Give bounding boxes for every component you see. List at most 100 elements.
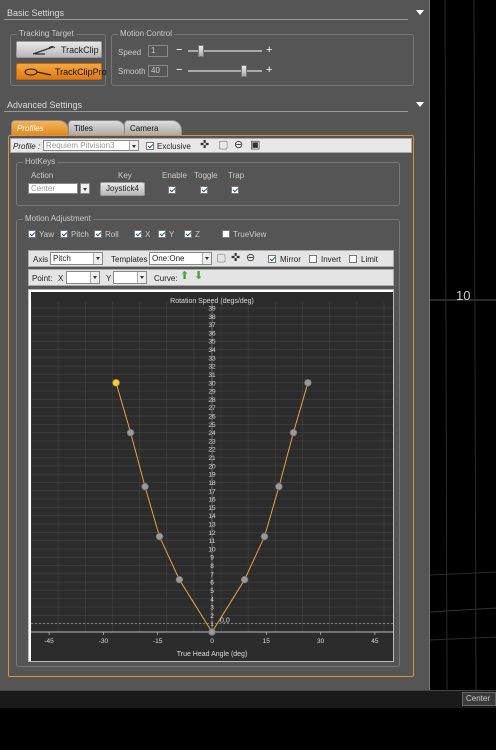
curve-point[interactable] [208,628,216,636]
smooth-plus-button[interactable]: + [266,65,272,76]
curve-point[interactable] [126,428,135,437]
yaw-checkbox[interactable] [28,230,36,238]
trueview-checkbox[interactable] [222,230,230,238]
chevron-down-icon[interactable] [129,141,138,150]
trackclippro-label: TrackClipPro [55,67,107,77]
mirror-checkbox[interactable] [268,255,276,263]
chevron-down-icon[interactable] [93,253,102,264]
y-checkbox[interactable] [158,230,166,238]
smooth-value-field[interactable]: 40 [148,65,168,77]
tab-camera[interactable]: Camera [124,120,182,135]
curve-point[interactable] [289,428,298,437]
smooth-minus-button[interactable]: − [176,65,182,76]
hotkey-toggle-checkbox[interactable] [200,186,208,194]
hotkey-key-button[interactable]: Joystick4 [100,182,145,196]
invert-label: Invert [321,255,342,264]
axis-label: Axis [33,255,49,264]
background-grid [430,0,496,690]
axis-select[interactable]: Pitch [50,252,103,265]
chevron-down-icon[interactable] [81,184,89,193]
roll-checkbox[interactable] [94,230,102,238]
chevron-down-icon[interactable] [202,253,211,264]
curve-point[interactable] [260,532,269,541]
response-curve-chart[interactable]: 1 2 3 4 5 6 7 8 9 10 11 12 13 14 15 16 17 18 19 20 21 22 23 24 2… [28,289,394,662]
y-tick-label: 1 [210,621,214,628]
point-label: Point: [32,274,53,283]
yaw-label: Yaw [39,230,54,239]
point-y-input[interactable] [113,271,147,284]
speed-minus-button[interactable]: − [176,45,182,56]
x-tick-label: 30 [317,638,325,645]
invert-checkbox[interactable] [309,255,317,263]
copy-icon[interactable]: ▢ [216,253,226,264]
response-curve-svg[interactable]: 1234567891011121314151617181920212223242… [31,292,393,661]
crosshair-icon[interactable]: ✜ [200,140,209,151]
point-x-label: X [58,274,64,283]
trackclippro-icon [24,68,52,76]
curve-point-selected[interactable] [112,379,120,387]
x-label: X [145,230,151,239]
smooth-slider-thumb[interactable] [240,65,247,77]
curve-point[interactable] [141,482,149,491]
curve-point[interactable] [304,379,312,387]
z-checkbox[interactable] [184,230,192,238]
hotkey-action-select[interactable]: Center [28,183,78,194]
y-tick-label: 36 [208,330,216,337]
x-checkbox[interactable] [134,230,142,238]
speed-slider-thumb[interactable] [198,45,205,57]
bottom-center-tab[interactable]: Center [462,692,496,706]
hotkeys-col-key: Key [118,171,132,180]
y-tick-label: 23 [208,438,216,445]
origin-label: 0,0 [220,618,230,625]
trackclip-button[interactable]: TrackClip [16,41,102,58]
curve-point[interactable] [240,575,249,584]
limit-checkbox[interactable] [349,255,357,263]
hotkeys-col-enable: Enable [162,171,187,180]
trackclippro-button[interactable]: TrackClipPro [16,63,107,80]
curve-point[interactable] [155,532,164,541]
tab-profiles[interactable]: Profiles [11,120,69,135]
collapse-arrow-icon[interactable] [416,10,424,15]
advanced-settings-header[interactable]: Advanced Settings [0,98,430,112]
curve-point[interactable] [275,482,283,491]
y-tick-label: 37 [208,322,216,329]
y-tick-label: 5 [210,588,214,595]
exclusive-checkbox[interactable] [146,142,154,150]
collapse-arrow-icon[interactable] [416,102,424,107]
y-tick-label: 33 [208,355,216,362]
arrow-down-icon[interactable]: ⬇ [194,271,203,282]
smooth-label: Smooth [118,67,146,76]
pitch-checkbox[interactable] [60,230,68,238]
templates-select[interactable]: One:One [149,252,212,265]
speed-value-field[interactable]: 1 [148,45,168,57]
hotkey-action-dropdown[interactable] [80,183,90,194]
speed-plus-button[interactable]: + [266,45,272,56]
hotkey-trap-checkbox[interactable] [231,186,239,194]
save-icon[interactable]: ▣ [250,140,260,151]
y-tick-label: 34 [208,347,216,354]
copy-icon[interactable]: ▢ [218,140,228,151]
curve-point[interactable] [175,575,184,584]
remove-icon[interactable]: ⊖ [234,140,243,151]
add-point-icon[interactable]: ✜ [231,253,240,264]
x-tick-label: -45 [44,638,54,645]
basic-settings-header[interactable]: Basic Settings [0,6,430,20]
app-window: 10 Basic Settings Tracking Target TrackC… [0,0,496,750]
hotkey-key-value: Joystick4 [106,184,139,193]
tab-titles[interactable]: Titles [68,120,126,135]
hotkey-enable-checkbox[interactable] [168,186,176,194]
arrow-up-icon[interactable]: ⬆ [180,271,189,282]
spinner-icon[interactable] [90,272,99,283]
y-tick-label: 27 [208,405,216,412]
profile-select[interactable]: Requiem Pitvision3 [43,140,139,151]
smooth-slider-track[interactable] [188,70,262,72]
y-tick-label: 15 [208,505,216,512]
y-tick-label: 7 [210,571,214,578]
remove-point-icon[interactable]: ⊖ [246,253,255,264]
spinner-icon[interactable] [137,272,146,283]
point-x-input[interactable] [66,271,100,284]
y-tick-label: 12 [208,530,216,537]
y-tick-label: 35 [208,339,216,346]
roll-label: Roll [105,230,119,239]
limit-label: Limit [361,255,378,264]
